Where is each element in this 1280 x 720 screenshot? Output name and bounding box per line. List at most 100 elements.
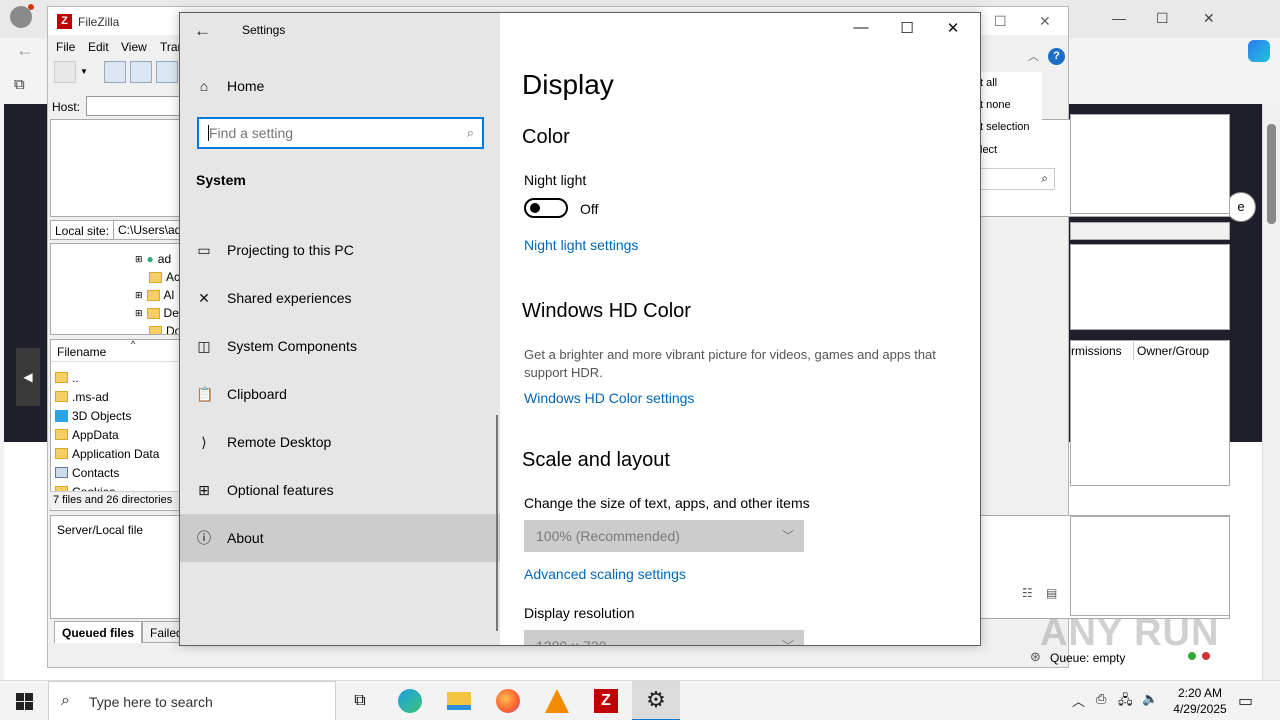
- close-icon[interactable]: ✕: [930, 19, 976, 37]
- file-row[interactable]: AppData: [55, 425, 119, 444]
- host-input[interactable]: [86, 96, 182, 116]
- browser-minimize-icon[interactable]: —: [1112, 10, 1126, 26]
- tree-item[interactable]: ⊞ De: [135, 304, 179, 322]
- settings-window: ← Settings ⌂ Home ⌕ System ▭ Projecting …: [179, 12, 981, 646]
- info-icon: ⓘ: [197, 530, 211, 546]
- hd-color-heading: Windows HD Color: [522, 300, 691, 322]
- filter-input[interactable]: ⌕: [980, 168, 1055, 190]
- task-view-button[interactable]: ⧉: [336, 681, 384, 720]
- browser-scroll-thumb[interactable]: [1267, 124, 1276, 224]
- remote-site-bar[interactable]: [1070, 222, 1230, 240]
- queue-column-header[interactable]: Server/Local file: [57, 523, 143, 537]
- nav-optional-features[interactable]: ⊞ Optional features: [180, 466, 500, 514]
- host-label: Host:: [52, 100, 81, 114]
- file-row[interactable]: Contacts: [55, 463, 119, 482]
- browser-close-icon[interactable]: ✕: [1203, 10, 1215, 27]
- night-light-toggle[interactable]: [524, 198, 568, 218]
- network-icon[interactable]: 🖧: [1118, 691, 1133, 713]
- remote-queue-area: [1070, 516, 1230, 616]
- carousel-left-icon[interactable]: ◀: [16, 348, 40, 406]
- detail-view-icon[interactable]: ▤: [1046, 586, 1057, 600]
- tree-item[interactable]: Do: [149, 322, 179, 334]
- nav-remote-desktop[interactable]: ⟩ Remote Desktop: [180, 418, 500, 466]
- local-file-list: Filename ^ .. .ms-ad 3D Objects AppData A…: [50, 339, 180, 511]
- folder-icon: [146, 289, 160, 301]
- nav-shared-experiences[interactable]: ✕ Shared experiences: [180, 274, 500, 322]
- nav-label: Projecting to this PC: [227, 242, 354, 258]
- menu-file[interactable]: File: [56, 40, 75, 54]
- file-row[interactable]: ..: [55, 368, 79, 387]
- help-icon[interactable]: ?: [1048, 48, 1065, 65]
- edge-button[interactable]: [386, 681, 434, 720]
- night-light-settings-link[interactable]: Night light settings: [524, 237, 638, 253]
- scale-label: Change the size of text, apps, and other…: [524, 495, 810, 511]
- clock[interactable]: 2:20 AM 4/29/2025: [1160, 685, 1240, 717]
- menu-view[interactable]: View: [121, 40, 147, 54]
- filezilla-maximize-icon[interactable]: ☐: [994, 13, 1007, 30]
- file-row[interactable]: 3D Objects: [55, 406, 131, 425]
- menu-deselect[interactable]: lect: [980, 144, 997, 156]
- settings-taskbar-button[interactable]: ⚙: [632, 681, 680, 720]
- nav-home[interactable]: ⌂ Home: [180, 62, 500, 110]
- toggle-tree-icon[interactable]: [130, 61, 152, 83]
- dropdown-arrow-icon[interactable]: ▼: [80, 67, 88, 76]
- collapse-icon[interactable]: ︿: [1028, 48, 1039, 64]
- hd-color-description: Get a brighter and more vibrant picture …: [524, 347, 936, 380]
- nav-home-label: Home: [227, 78, 265, 94]
- filezilla-taskbar-button[interactable]: Z: [582, 681, 630, 720]
- tree-item[interactable]: ⊞ ● ad: [135, 250, 171, 268]
- menu-select-all[interactable]: t all: [980, 77, 997, 89]
- collections-icon[interactable]: ⧉: [14, 76, 25, 93]
- advanced-scaling-link[interactable]: Advanced scaling settings: [524, 566, 686, 582]
- search-icon: ⌕: [466, 125, 474, 140]
- tree-item[interactable]: ⊞ Al: [135, 286, 174, 304]
- copilot-icon[interactable]: [1248, 40, 1270, 62]
- start-button[interactable]: [0, 681, 48, 720]
- minimize-icon[interactable]: —: [838, 19, 884, 36]
- site-manager-icon[interactable]: [54, 61, 76, 83]
- chevron-down-icon: ﹀: [781, 639, 794, 646]
- resolution-dropdown[interactable]: 1280 × 720 ﹀: [524, 630, 804, 646]
- file-explorer-button[interactable]: [435, 681, 483, 720]
- nav-projecting[interactable]: ▭ Projecting to this PC: [180, 226, 500, 274]
- toggle-log-icon[interactable]: [104, 61, 126, 83]
- search-field[interactable]: ⌕: [197, 117, 484, 149]
- clock-date: 4/29/2025: [1173, 702, 1227, 716]
- browser-maximize-icon[interactable]: ☐: [1156, 10, 1169, 27]
- filename-column-header[interactable]: Filename ^: [51, 340, 179, 362]
- nav-system-components[interactable]: ◫ System Components: [180, 322, 500, 370]
- menu-edit[interactable]: Edit: [88, 40, 109, 54]
- permissions-column-header[interactable]: rmissions: [1071, 344, 1122, 358]
- tree-item[interactable]: Ac: [149, 268, 179, 286]
- color-heading: Color: [522, 126, 570, 148]
- file-row[interactable]: Application Data: [55, 444, 159, 463]
- page-button[interactable]: e: [1226, 192, 1256, 222]
- list-view-icon[interactable]: ☷: [1022, 586, 1033, 600]
- filezilla-close-icon[interactable]: ✕: [1039, 13, 1051, 30]
- firefox-button[interactable]: [484, 681, 532, 720]
- volume-icon[interactable]: 🔈: [1142, 691, 1158, 707]
- scale-dropdown[interactable]: 100% (Recommended) ﹀: [524, 520, 804, 552]
- taskbar-search[interactable]: ⌕ Type here to search: [48, 681, 336, 720]
- device-icon[interactable]: ⎙: [1096, 691, 1106, 707]
- vlc-button[interactable]: [533, 681, 581, 720]
- menu-select-none[interactable]: t none: [980, 99, 1011, 111]
- hd-color-settings-link[interactable]: Windows HD Color settings: [524, 390, 694, 406]
- nav-about[interactable]: ⓘ About: [180, 514, 500, 562]
- tab-queued-files[interactable]: Queued files: [54, 621, 143, 643]
- toggle-remote-tree-icon[interactable]: [156, 61, 178, 83]
- context-menu-fragment: t all t none t selection lect: [980, 72, 1042, 158]
- search-input[interactable]: [209, 124, 449, 142]
- maximize-icon[interactable]: ☐: [884, 19, 930, 37]
- file-row[interactable]: .ms-ad: [55, 387, 109, 406]
- browser-back-icon[interactable]: ←: [16, 40, 34, 61]
- remote-file-list: rmissions Owner/Group: [1070, 340, 1230, 486]
- back-arrow-icon[interactable]: ←: [194, 21, 211, 41]
- owner-group-column-header[interactable]: Owner/Group: [1137, 344, 1209, 358]
- notifications-icon[interactable]: ▭: [1238, 691, 1253, 711]
- show-hidden-icons[interactable]: ︿: [1072, 691, 1085, 710]
- scale-value: 100% (Recommended): [536, 528, 680, 544]
- nav-scrollbar[interactable]: [496, 415, 498, 631]
- nav-clipboard[interactable]: 📋 Clipboard: [180, 370, 500, 418]
- menu-invert-selection[interactable]: t selection: [980, 121, 1030, 133]
